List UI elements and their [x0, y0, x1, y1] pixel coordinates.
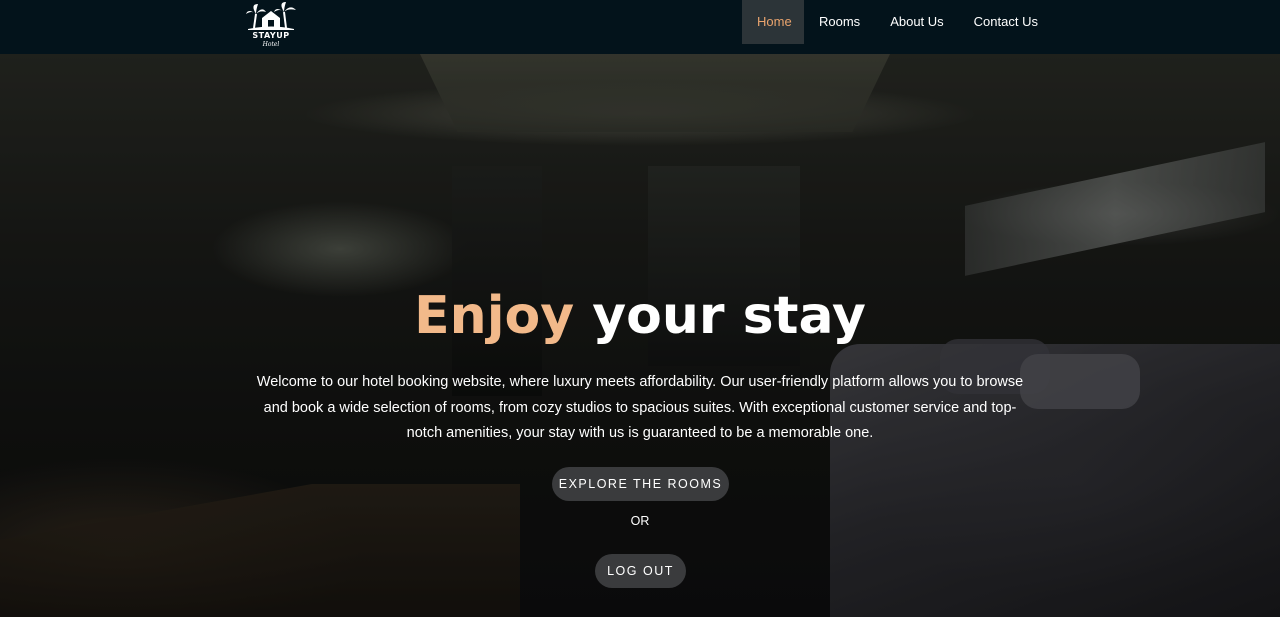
hero-title: Enjoy your stay: [0, 284, 1280, 348]
nav-about-link[interactable]: About Us: [875, 0, 958, 44]
nav-rooms-link[interactable]: Rooms: [804, 0, 875, 44]
hero-title-accent: Enjoy: [414, 286, 575, 346]
palm-tree-house-logo-icon: [246, 2, 296, 30]
explore-rooms-button[interactable]: EXPLORE THE ROOMS: [552, 467, 729, 501]
navbar: STAYUP Hotel Home Rooms About Us Contact…: [0, 0, 1280, 54]
main-nav: Home Rooms About Us Contact Us: [742, 0, 1053, 44]
brand-logo[interactable]: STAYUP Hotel: [244, 0, 298, 50]
hero-content: Enjoy your stay Welcome to our hotel boo…: [0, 54, 1280, 617]
or-separator: OR: [630, 514, 650, 528]
hero-section: Enjoy your stay Welcome to our hotel boo…: [0, 54, 1280, 617]
brand-name: STAYUP: [252, 31, 290, 40]
hero-title-rest: your stay: [574, 286, 866, 346]
nav-home-link[interactable]: Home: [742, 0, 804, 44]
brand-subtitle: Hotel: [262, 41, 280, 48]
nav-contact-link[interactable]: Contact Us: [959, 0, 1053, 44]
logout-button[interactable]: LOG OUT: [595, 554, 686, 588]
hero-description: Welcome to our hotel booking website, wh…: [256, 374, 1024, 441]
